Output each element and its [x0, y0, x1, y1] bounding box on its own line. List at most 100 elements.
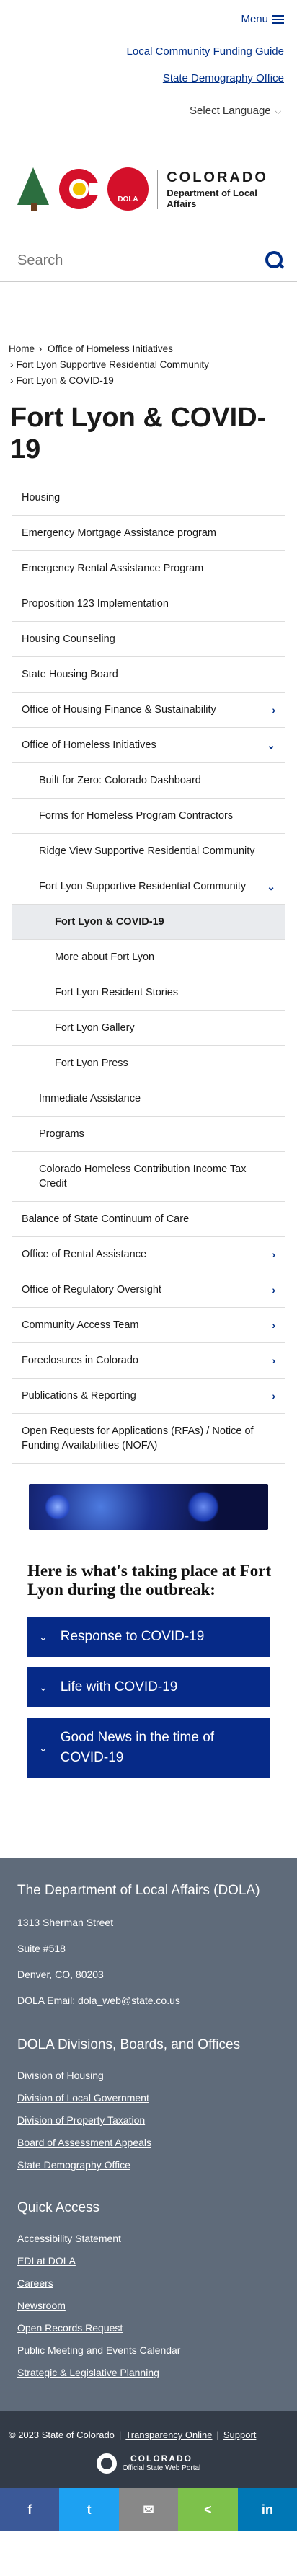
sidenav-item[interactable]: State Housing Board — [12, 657, 285, 693]
quick-access-link[interactable]: Newsroom — [17, 2300, 281, 2311]
sidenav-item-label: Colorado Homeless Contribution Income Ta… — [39, 1164, 247, 1190]
chevron-right-icon[interactable]: › — [272, 1283, 275, 1297]
share-bar: f t ✉ < in — [0, 2488, 297, 2531]
sidenav-item[interactable]: Colorado Homeless Contribution Income Ta… — [12, 1152, 285, 1202]
sidenav-item[interactable]: Immediate Assistance — [12, 1081, 285, 1117]
separator: | — [118, 2430, 122, 2440]
sidenav-item[interactable]: Office of Regulatory Oversight › — [12, 1272, 285, 1308]
menu-button[interactable]: Menu — [241, 7, 284, 31]
linkedin-icon[interactable]: in — [237, 2488, 297, 2531]
sidenav-item[interactable]: Fort Lyon & COVID-19 — [12, 905, 285, 940]
sidenav-item-label: Office of Rental Assistance — [22, 1249, 147, 1260]
sidenav-item[interactable]: Office of Housing Finance & Sustainabili… — [12, 693, 285, 728]
breadcrumb-fort-lyon[interactable]: Fort Lyon Supportive Residential Communi… — [17, 359, 209, 370]
quick-access-link[interactable]: EDI at DOLA — [17, 2255, 281, 2267]
sidenav-item[interactable]: Proposition 123 Implementation — [12, 586, 285, 622]
sidenav-item-label: Housing — [22, 492, 61, 504]
sidenav-item[interactable]: Housing — [12, 480, 285, 516]
division-link[interactable]: Board of Assessment Appeals — [17, 2137, 281, 2148]
sidenav-item-label: Office of Regulatory Oversight — [22, 1284, 161, 1296]
accordion-good-news[interactable]: ⌄ Good News in the time of COVID-19 — [27, 1718, 270, 1778]
sidenav-item[interactable]: Community Access Team › — [12, 1308, 285, 1343]
colorado-c-logo-icon — [58, 169, 99, 209]
email-link[interactable]: dola_web@state.co.us — [78, 1995, 180, 2006]
quick-access-title: Quick Access — [17, 2200, 100, 2215]
chevron-down-icon[interactable]: ⌄ — [267, 879, 275, 894]
sidenav-item[interactable]: Ridge View Supportive Residential Commun… — [12, 834, 285, 869]
sidenav-item[interactable]: More about Fort Lyon — [12, 940, 285, 975]
accordion-response[interactable]: ⌄ Response to COVID-19 — [27, 1617, 270, 1657]
sidenav-item[interactable]: Balance of State Continuum of Care — [12, 1202, 285, 1237]
sidenav-item[interactable]: Forms for Homeless Program Contractors — [12, 799, 285, 834]
quick-access-link[interactable]: Careers — [17, 2277, 281, 2289]
breadcrumb-current: Fort Lyon & COVID-19 — [16, 375, 114, 386]
sidenav-item[interactable]: Built for Zero: Colorado Dashboard — [12, 763, 285, 799]
link-local-community-funding-guide[interactable]: Local Community Funding Guide — [13, 45, 284, 58]
sidenav-item[interactable]: Publications & Reporting › — [12, 1379, 285, 1414]
support-link[interactable]: Support — [223, 2430, 257, 2440]
sidenav-item[interactable]: Emergency Mortgage Assistance program — [12, 516, 285, 551]
address-line: Suite #518 — [17, 1943, 66, 1954]
chevron-right-icon[interactable]: › — [272, 1353, 275, 1368]
twitter-icon[interactable]: t — [59, 2488, 119, 2531]
quick-access-link[interactable]: Strategic & Legislative Planning — [17, 2367, 281, 2378]
chevron-right-icon[interactable]: › — [272, 1318, 275, 1332]
breadcrumb-office-homeless[interactable]: Office of Homeless Initiatives — [48, 343, 173, 354]
facebook-icon[interactable]: f — [0, 2488, 60, 2531]
sidenav-item-label: Forms for Homeless Program Contractors — [39, 810, 234, 822]
address-line: 1313 Sherman Street — [17, 1917, 114, 1928]
sidenav-item[interactable]: Housing Counseling — [12, 622, 285, 657]
sidenav-item[interactable]: Fort Lyon Resident Stories — [12, 975, 285, 1011]
breadcrumb-separator: › — [10, 375, 14, 386]
tree-logo-icon — [17, 167, 50, 211]
quick-access-link[interactable]: Open Records Request — [17, 2322, 281, 2334]
sidenav-item-label: State Housing Board — [22, 669, 118, 680]
sub-footer: © 2023 State of Colorado | Transparency On… — [0, 2411, 297, 2488]
division-link[interactable]: State Demography Office — [17, 2159, 281, 2171]
share-icon[interactable]: < — [178, 2488, 238, 2531]
language-selector[interactable]: Select Language ⌵ — [0, 99, 297, 117]
sidenav-item[interactable]: Open Requests for Applications (RFAs) / … — [12, 1414, 285, 1464]
chevron-down-icon: ⌄ — [39, 1742, 48, 1754]
quick-access-link[interactable]: Public Meeting and Events Calendar — [17, 2344, 281, 2356]
transparency-link[interactable]: Transparency Online — [125, 2430, 212, 2440]
sidenav-item[interactable]: Foreclosures in Colorado › — [12, 1343, 285, 1379]
quick-access-link[interactable]: Accessibility Statement — [17, 2233, 281, 2244]
chevron-down-icon: ⌵ — [275, 107, 281, 116]
sidenav-item-label: Immediate Assistance — [39, 1093, 141, 1104]
footer-dola-title: The Department of Local Affairs (DOLA) — [17, 1883, 260, 1898]
sidenav-item[interactable]: Fort Lyon Supportive Residential Communi… — [12, 869, 285, 905]
colorado-portal-logo[interactable]: COLORADO Official State Web Portal — [9, 2453, 288, 2474]
search-bar — [0, 239, 297, 282]
page-title: Fort Lyon & COVID-19 — [10, 403, 267, 465]
sidenav-item[interactable]: Fort Lyon Press — [12, 1046, 285, 1081]
copyright: © 2023 State of Colorado — [9, 2430, 115, 2440]
chevron-right-icon[interactable]: › — [272, 1389, 275, 1403]
search-icon[interactable] — [265, 251, 284, 270]
division-link[interactable]: Division of Local Government — [17, 2092, 281, 2104]
sidenav-item[interactable]: Office of Rental Assistance › — [12, 1237, 285, 1272]
sidenav-item-label: Programs — [39, 1128, 84, 1140]
breadcrumb-home[interactable]: Home — [9, 343, 35, 354]
division-link[interactable]: Division of Property Taxation — [17, 2114, 281, 2126]
chevron-right-icon[interactable]: › — [272, 1247, 275, 1262]
chevron-right-icon[interactable]: › — [272, 703, 275, 717]
chevron-down-icon[interactable]: ⌄ — [267, 738, 275, 752]
sidenav-item[interactable]: Programs — [12, 1117, 285, 1152]
sidenav-item[interactable]: Office of Homeless Initiatives ⌄ — [12, 728, 285, 763]
accordion-label: Response to COVID-19 — [60, 1629, 205, 1644]
search-input[interactable] — [17, 252, 219, 269]
email-icon[interactable]: ✉ — [118, 2488, 179, 2531]
sidenav-item[interactable]: Emergency Rental Assistance Program — [12, 551, 285, 586]
site-footer: The Department of Local Affairs (DOLA) 1… — [0, 1858, 297, 2411]
accordion-life[interactable]: ⌄ Life with COVID-19 — [27, 1667, 270, 1707]
sidenav-item-label: Fort Lyon & COVID-19 — [55, 916, 164, 928]
dola-badge: DOLA — [107, 167, 149, 211]
side-navigation: Housing Emergency Mortgage Assistance pro… — [12, 480, 285, 1464]
link-state-demography-office[interactable]: State Demography Office — [13, 72, 284, 84]
sidenav-item[interactable]: Fort Lyon Gallery — [12, 1011, 285, 1046]
top-bar: Menu — [0, 0, 297, 31]
accordion-label: Good News in the time of COVID-19 — [60, 1730, 215, 1765]
site-logo[interactable]: DOLA COLORADO Department of Local Affair… — [0, 117, 297, 239]
division-link[interactable]: Division of Housing — [17, 2070, 281, 2081]
